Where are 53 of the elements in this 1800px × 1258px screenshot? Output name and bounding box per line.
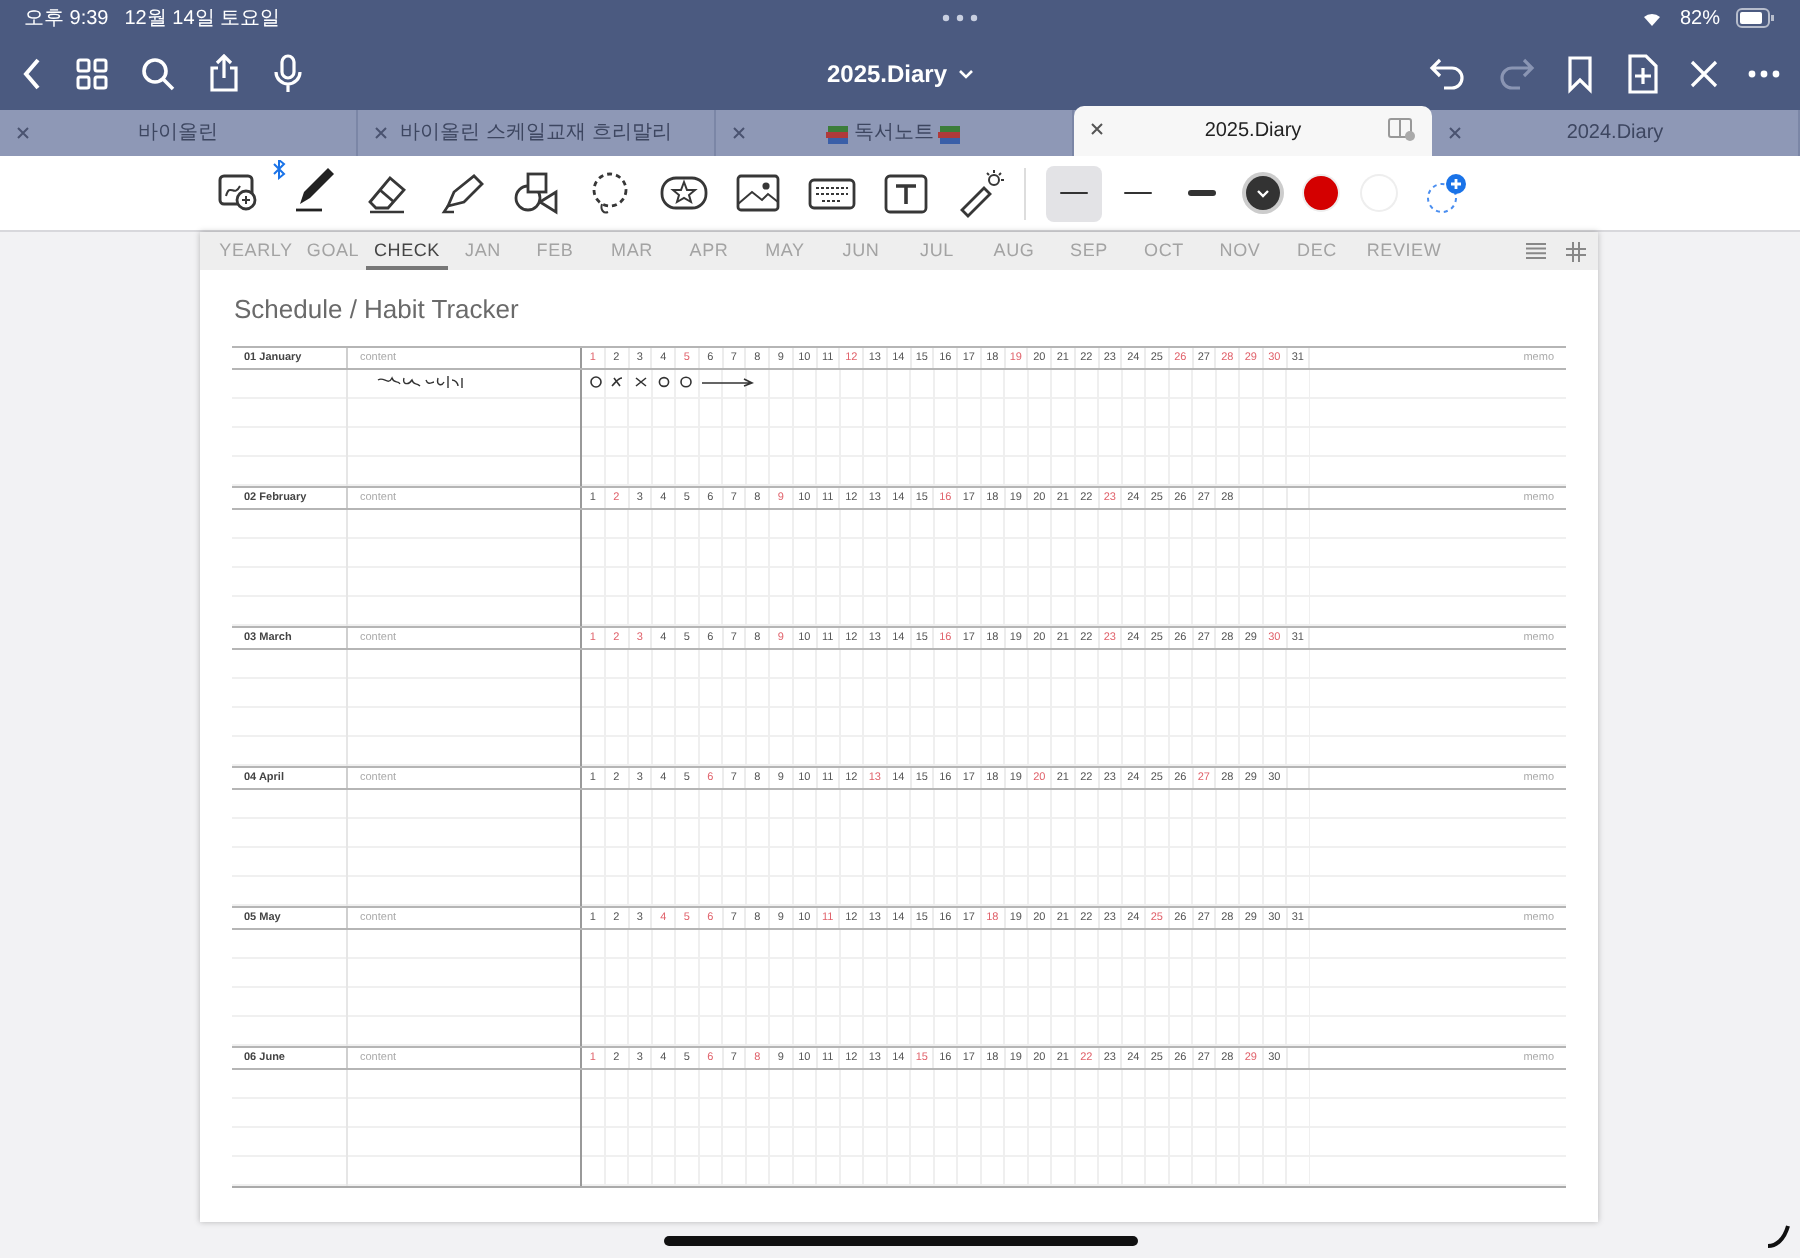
grid-icon[interactable] bbox=[74, 55, 110, 91]
chevron-down-icon bbox=[1256, 188, 1270, 198]
search-icon[interactable] bbox=[140, 55, 176, 91]
page-tab[interactable]: GOAL bbox=[300, 232, 366, 270]
pen-icon[interactable] bbox=[290, 163, 338, 211]
page-title: Schedule / Habit Tracker bbox=[234, 292, 521, 326]
color-swatch[interactable] bbox=[1304, 176, 1338, 210]
chevron-down-icon bbox=[957, 67, 974, 79]
page-tab[interactable]: AUG bbox=[976, 232, 1052, 270]
text-box-icon[interactable] bbox=[882, 169, 930, 217]
color-swatch[interactable] bbox=[1246, 176, 1280, 210]
status-date: 12월 14일 토요일 bbox=[124, 5, 281, 33]
list-icon[interactable] bbox=[1526, 242, 1546, 260]
hashtag-icon[interactable] bbox=[1566, 241, 1586, 261]
page-tab[interactable]: NOV bbox=[1202, 232, 1278, 270]
wifi-icon bbox=[1639, 8, 1664, 28]
page-tab[interactable]: REVIEW bbox=[1356, 232, 1452, 270]
pen-cursor-icon bbox=[1764, 1222, 1792, 1250]
laser-pointer-icon[interactable] bbox=[956, 169, 1004, 217]
image-icon[interactable] bbox=[734, 169, 782, 217]
page-tab[interactable]: FEB bbox=[518, 232, 592, 270]
more-icon[interactable] bbox=[1748, 69, 1780, 77]
page-tab[interactable]: OCT bbox=[1126, 232, 1202, 270]
more-dots-icon[interactable] bbox=[942, 14, 979, 22]
share-icon[interactable] bbox=[206, 53, 242, 93]
page-tab[interactable]: JAN bbox=[448, 232, 518, 270]
page-tab[interactable]: JUN bbox=[824, 232, 898, 270]
close-icon[interactable] bbox=[1090, 122, 1104, 136]
bookmark-icon[interactable] bbox=[1564, 53, 1596, 93]
battery-percent: 82% bbox=[1679, 5, 1720, 33]
shapes-icon[interactable] bbox=[512, 169, 560, 217]
back-icon[interactable] bbox=[20, 55, 44, 91]
page-tab[interactable]: SEP bbox=[1052, 232, 1126, 270]
microphone-icon[interactable] bbox=[272, 53, 304, 93]
undo-icon[interactable] bbox=[1428, 55, 1468, 91]
page-tab[interactable]: YEARLY bbox=[212, 232, 300, 270]
books-icon bbox=[938, 121, 962, 145]
split-view-icon[interactable] bbox=[1388, 118, 1416, 142]
document-title[interactable]: 2025.Diary bbox=[826, 55, 974, 91]
add-color-icon[interactable] bbox=[1424, 171, 1468, 215]
page-tab[interactable]: CHECK bbox=[366, 232, 448, 270]
page-tab[interactable]: JUL bbox=[898, 232, 976, 270]
highlighter-icon[interactable] bbox=[438, 169, 486, 217]
bluetooth-icon bbox=[272, 159, 286, 179]
page-tab[interactable]: DEC bbox=[1278, 232, 1356, 270]
page-tab[interactable]: APR bbox=[672, 232, 746, 270]
document-tab[interactable]: 2025.Diary bbox=[1074, 106, 1432, 156]
handwriting-drawing bbox=[376, 374, 468, 390]
page-tab[interactable]: MAR bbox=[592, 232, 672, 270]
battery-icon bbox=[1736, 8, 1776, 28]
page-tab[interactable]: MAY bbox=[746, 232, 824, 270]
status-time: 오후 9:39 bbox=[24, 5, 109, 33]
add-page-icon[interactable] bbox=[1624, 53, 1660, 93]
